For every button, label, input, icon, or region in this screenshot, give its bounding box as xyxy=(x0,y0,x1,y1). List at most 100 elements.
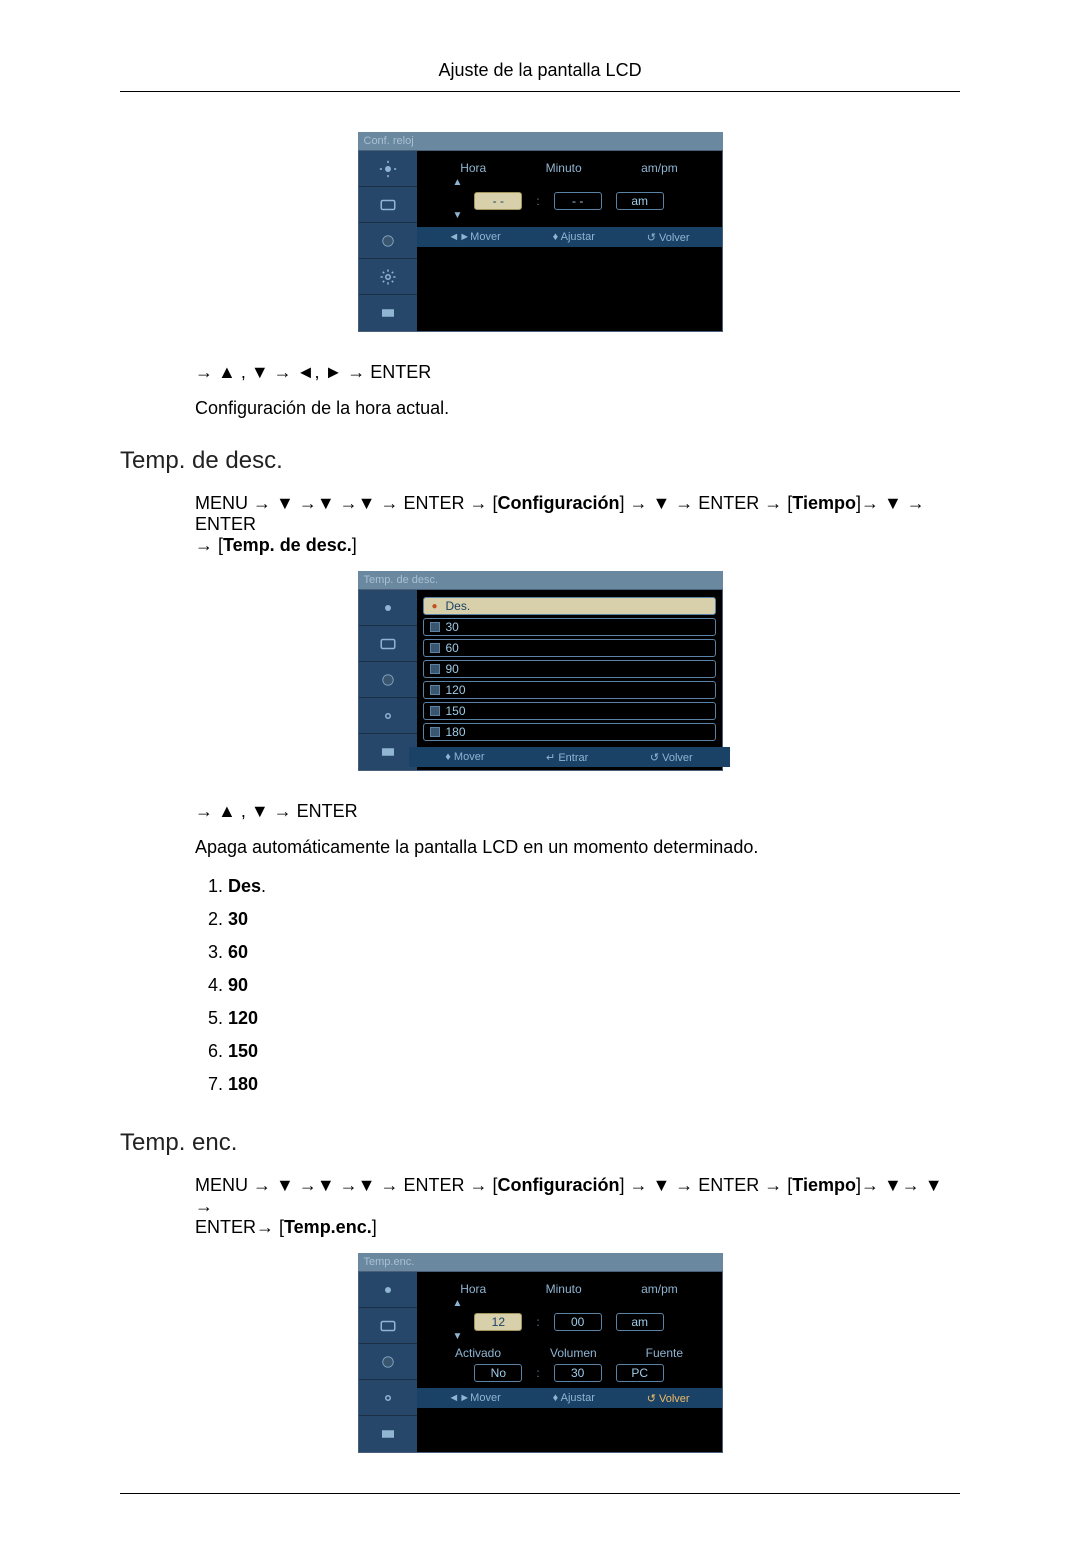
option-item: 90 xyxy=(228,969,960,1002)
arrow-down-icon: ▼ xyxy=(431,1331,708,1342)
radio-icon xyxy=(430,685,440,695)
gear-icon xyxy=(359,1380,417,1416)
osd-figure-temp-desc: Temp. de desc. ●Des. 30 60 90 120 150 18… xyxy=(358,571,723,771)
value-volumen[interactable]: 30 xyxy=(554,1364,602,1382)
list-item-label: 30 xyxy=(446,620,459,634)
osd-sidebar xyxy=(359,590,417,770)
radio-icon xyxy=(430,622,440,632)
list-item[interactable]: ●Des. xyxy=(423,597,716,615)
option-item: 180 xyxy=(228,1068,960,1101)
label-minuto: Minuto xyxy=(546,1282,582,1296)
osd-bottom-bar: ♦ Mover ↵ Entrar ↺ Volver xyxy=(409,747,730,767)
seq2a: MENU → ▼ →▼ →▼ → ENTER → [ xyxy=(195,493,497,513)
osd-label-row-top: Hora Minuto am/pm xyxy=(431,1282,708,1296)
nav-sequence-4: MENU → ▼ →▼ →▼ → ENTER → [Configuración]… xyxy=(195,1175,960,1238)
seq2-tiempo: Tiempo xyxy=(792,493,856,513)
seq4-tiempo: Tiempo xyxy=(792,1175,856,1195)
option-item: 150 xyxy=(228,1035,960,1068)
value-ampm[interactable]: am xyxy=(616,192,664,210)
list-item[interactable]: 120 xyxy=(423,681,716,699)
arrow-down-icon: ▼ xyxy=(431,210,708,221)
brightness-icon xyxy=(359,590,417,626)
radio-icon xyxy=(430,706,440,716)
option-label: 120 xyxy=(228,1008,258,1028)
list-item-label: 150 xyxy=(446,704,466,718)
list-item[interactable]: 180 xyxy=(423,723,716,741)
seq2e: ] xyxy=(352,535,357,555)
value-ampm[interactable]: am xyxy=(616,1313,664,1331)
hint-volver: ↺ Volver xyxy=(647,231,690,244)
options-list: Des. 30 60 90 120 150 180 xyxy=(228,870,960,1101)
seq4a: MENU → ▼ →▼ →▼ → ENTER → [ xyxy=(195,1175,497,1195)
brightness-icon xyxy=(359,1272,417,1308)
option-item: 30 xyxy=(228,903,960,936)
orb-icon xyxy=(359,1344,417,1380)
colon: : xyxy=(536,194,539,208)
section-heading-temp-desc: Temp. de desc. xyxy=(120,447,960,475)
label-activado: Activado xyxy=(455,1346,501,1360)
colon: : xyxy=(536,1366,539,1380)
value-minuto[interactable]: - - xyxy=(554,192,602,210)
osd-figure-conf-reloj: Conf. reloj Hora Minuto am/pm ▲ - - : - … xyxy=(358,132,723,332)
hint-volver: ↺ Volver xyxy=(650,751,693,764)
text-apaga: Apaga automáticamente la pantalla LCD en… xyxy=(195,837,960,858)
osd-sidebar xyxy=(359,1272,417,1452)
value-minuto[interactable]: 00 xyxy=(554,1313,602,1331)
seq2-tdd: Temp. de desc. xyxy=(223,535,352,555)
arrow-up-icon: ▲ xyxy=(431,177,708,188)
seq4d: ENTER→ [ xyxy=(195,1217,284,1237)
option-item: 120 xyxy=(228,1002,960,1035)
value-activado[interactable]: No xyxy=(474,1364,522,1382)
option-label: 60 xyxy=(228,942,248,962)
option-item: 60 xyxy=(228,936,960,969)
gear-icon xyxy=(359,698,417,734)
list-item[interactable]: 60 xyxy=(423,639,716,657)
mode-icon xyxy=(359,1416,417,1452)
option-label: 150 xyxy=(228,1041,258,1061)
orb-icon xyxy=(359,223,417,259)
option-label: Des xyxy=(228,876,261,896)
list-item[interactable]: 90 xyxy=(423,660,716,678)
arrow-up-icon: ▲ xyxy=(431,1298,708,1309)
radio-icon xyxy=(430,727,440,737)
osd-bottom-bar: ◄►Mover ♦ Ajustar ↺ Volver xyxy=(417,1388,722,1408)
footer-rule xyxy=(120,1493,960,1494)
orb-icon xyxy=(359,662,417,698)
osd-bottom-bar: ◄►Mover ♦ Ajustar ↺ Volver xyxy=(417,227,722,247)
hint-mover: ♦ Mover xyxy=(445,751,484,763)
value-fuente[interactable]: PC xyxy=(616,1364,664,1382)
value-hora[interactable]: 12 xyxy=(474,1313,522,1331)
osd-titlebar: Temp.enc. xyxy=(358,1253,723,1271)
hint-ajustar: ♦ Ajustar xyxy=(553,1392,595,1404)
nav-sequence-1: → ▲ , ▼ → ◄, ► → ENTER xyxy=(195,362,960,383)
value-hora[interactable]: - - xyxy=(474,192,522,210)
seq2-conf: Configuración xyxy=(497,493,619,513)
screen-icon xyxy=(359,626,417,662)
option-label: 30 xyxy=(228,909,248,929)
osd-value-row-bot: No : 30 PC xyxy=(431,1364,708,1382)
mode-icon xyxy=(359,295,417,331)
osd-figure-temp-enc: Temp.enc. Hora Minuto am/pm ▲ 12 : 00 am… xyxy=(358,1253,723,1453)
screen-icon xyxy=(359,1308,417,1344)
nav-sequence-3: → ▲ , ▼ → ENTER xyxy=(195,801,960,822)
label-ampm: am/pm xyxy=(641,161,678,175)
seq4-conf: Configuración xyxy=(497,1175,619,1195)
list-item[interactable]: 30 xyxy=(423,618,716,636)
osd-label-row: Hora Minuto am/pm xyxy=(431,161,708,175)
osd-label-row-bot: Activado Volumen Fuente xyxy=(431,1346,708,1360)
text-conf-hora: Configuración de la hora actual. xyxy=(195,398,960,419)
section-heading-temp-enc: Temp. enc. xyxy=(120,1129,960,1157)
hint-mover: ◄►Mover xyxy=(448,231,500,243)
list-item[interactable]: 150 xyxy=(423,702,716,720)
list-item-label: 120 xyxy=(446,683,466,697)
label-hora: Hora xyxy=(460,1282,486,1296)
seq4e: ] xyxy=(372,1217,377,1237)
option-label: 90 xyxy=(228,975,248,995)
hint-mover: ◄►Mover xyxy=(448,1392,500,1404)
seq2d: → [ xyxy=(195,535,223,555)
list-item-label: 180 xyxy=(446,725,466,739)
page-header: Ajuste de la pantalla LCD xyxy=(120,60,960,92)
seq2b: ] → ▼ → ENTER → [ xyxy=(619,493,792,513)
list-item-label: 90 xyxy=(446,662,459,676)
osd-titlebar: Temp. de desc. xyxy=(358,571,723,589)
